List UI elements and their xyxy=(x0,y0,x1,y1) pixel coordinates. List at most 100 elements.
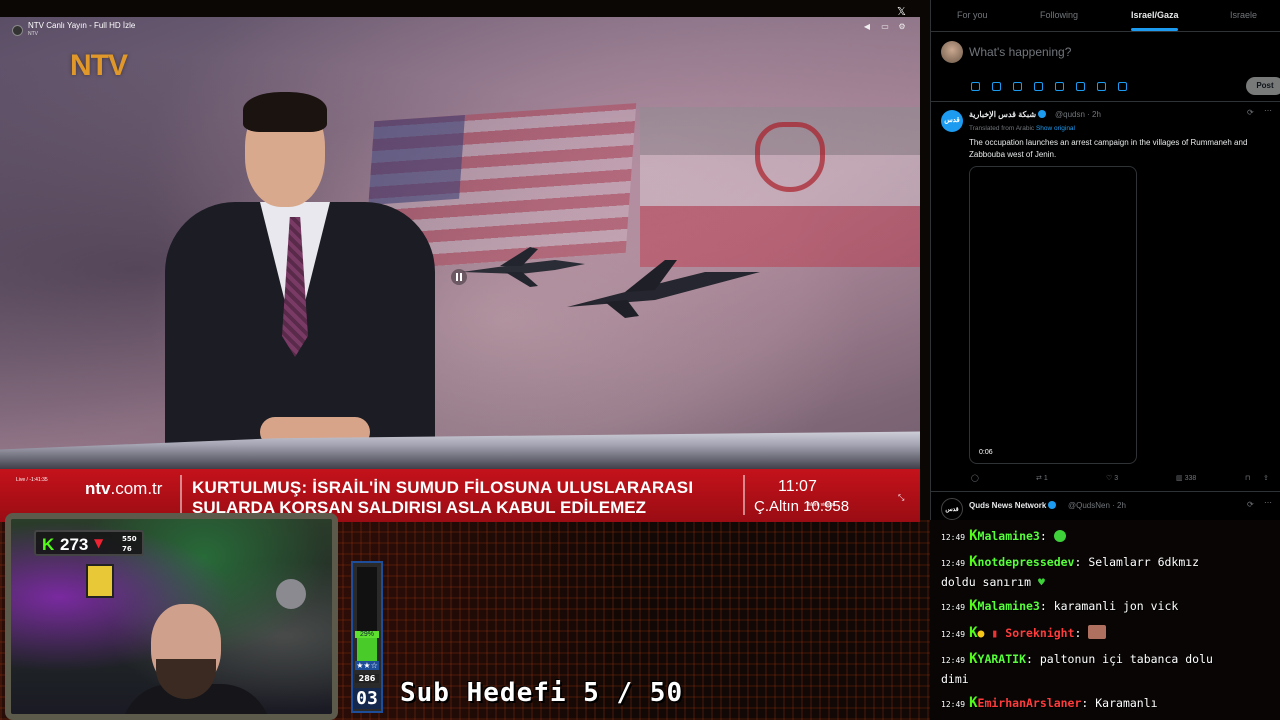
badge-icon: ● xyxy=(977,626,985,640)
kick-badge-icon: K xyxy=(969,554,978,570)
emoji-icon[interactable] xyxy=(1055,82,1064,91)
viewer-count: 273 xyxy=(60,535,89,554)
tab-for-you[interactable]: For you xyxy=(957,10,988,20)
star-icons: ★★☆ xyxy=(355,661,379,670)
ntv-logo: NTV xyxy=(70,49,128,82)
share-icon[interactable]: ⇪ xyxy=(1263,474,1269,482)
chat-message: 12:49 K● ▮ Soreknight: xyxy=(941,623,1271,645)
more-icon[interactable]: ⋯ xyxy=(1264,106,1272,115)
iran-emblem xyxy=(755,122,825,192)
tweet-author-handle[interactable]: @qudsn · 2h xyxy=(1055,110,1101,119)
more-videos-link[interactable]: More videos xyxy=(808,502,835,508)
live-badge[interactable]: Live / -1:41:35 xyxy=(16,477,48,483)
schedule-icon[interactable] xyxy=(1076,82,1085,91)
viewer-counter: K 273 ▼ 550 76 xyxy=(34,530,144,556)
tweet-author-name[interactable]: شبكة قدس الإخبارية xyxy=(969,110,1047,119)
grok-icon[interactable]: ⟳ xyxy=(1247,500,1254,509)
lamp xyxy=(276,579,306,609)
volume-icon[interactable]: ◀ xyxy=(862,22,872,32)
channel-name[interactable]: NTV xyxy=(28,31,38,37)
video-player[interactable]: NTV Canlı Yayın - Full HD İzle NTV ◀ ▭ ⚙… xyxy=(0,17,920,522)
settings-icon[interactable]: ⚙ xyxy=(897,22,907,32)
more-icon[interactable]: ⋯ xyxy=(1264,498,1272,507)
ticker-divider xyxy=(743,475,745,515)
sub-goal-level: 03 xyxy=(353,688,381,709)
flag-icon[interactable] xyxy=(1118,82,1127,91)
green-heart-icon: ♥ xyxy=(1037,575,1045,589)
tweet-avatar[interactable]: قدس xyxy=(941,110,963,132)
iran-flag-graphic xyxy=(640,107,920,267)
views-count[interactable]: ▥ 338 xyxy=(1176,474,1196,482)
ticker-headline-line1: KURTULMUŞ: İSRAİL'İN SUMUD FİLOSUNA ULUS… xyxy=(192,478,694,497)
sub-goal-text: Sub Hedefi 5 / 50 xyxy=(400,678,684,708)
counter-extra: 550 76 xyxy=(122,535,137,553)
kick-badge-icon: K xyxy=(969,625,978,641)
verified-icon xyxy=(1048,501,1057,509)
x-logo-icon[interactable]: 𝕏 xyxy=(897,5,906,18)
chat-message-continued: doldu sanırım ♥ xyxy=(941,575,1045,589)
sub-goal-percent: 29% xyxy=(355,631,379,638)
grok-icon[interactable] xyxy=(1013,82,1022,91)
badge-icon: ▮ xyxy=(991,626,999,640)
tab-israel-gaza[interactable]: Israel/Gaza xyxy=(1131,10,1179,20)
verified-icon xyxy=(1038,110,1047,118)
compose-input[interactable]: What's happening? xyxy=(969,45,1071,59)
reply-icon[interactable]: ◯ xyxy=(971,474,979,482)
compose-toolbar xyxy=(971,78,1139,92)
sub-goal-track xyxy=(357,567,377,661)
retweet-button[interactable]: ⇄ 1 xyxy=(1036,474,1048,482)
chat-message: 12:49 KMalamine3: karamanli jon vick xyxy=(941,598,1179,614)
stream-chat: 12:49 KMalamine3: 12:49 Knotdepressedev: S… xyxy=(930,520,1280,720)
video-title[interactable]: NTV Canlı Yayın - Full HD İzle xyxy=(28,21,135,30)
sub-goal-count: 286 xyxy=(355,674,379,683)
pause-icon[interactable] xyxy=(451,269,467,285)
active-tab-indicator xyxy=(1131,28,1178,31)
captions-icon[interactable]: ▭ xyxy=(880,22,890,32)
channel-avatar[interactable] xyxy=(12,25,23,36)
chat-message: 12:49 Knotdepressedev: Selamlarr 6dkmız xyxy=(941,554,1200,570)
divider xyxy=(931,101,1280,102)
show-original-link[interactable]: Show original xyxy=(1036,125,1075,132)
gif-icon[interactable] xyxy=(992,82,1001,91)
video-duration: 0:06 xyxy=(979,449,993,456)
tweet-video[interactable] xyxy=(969,166,1137,464)
bookmark-icon[interactable]: ⊓ xyxy=(1245,474,1250,482)
emote-icon xyxy=(1053,530,1066,542)
tweet-author-handle[interactable]: @QudsNen · 2h xyxy=(1068,501,1126,510)
post-button[interactable]: Post xyxy=(1246,77,1280,95)
location-icon[interactable] xyxy=(1097,82,1106,91)
sub-goal-bar: 29% ★★☆ 286 03 xyxy=(351,561,383,713)
ticker-time: 11:07 xyxy=(778,478,817,495)
timeline-tabs: For you Following Israel/Gaza Israele xyxy=(931,0,1280,32)
tweet-avatar[interactable]: قدس xyxy=(941,498,963,520)
chat-message: 12:49 KEmirhanArslaner: Karamanlı xyxy=(941,695,1158,711)
kick-badge-icon: K xyxy=(969,651,978,667)
down-arrow-icon: ▼ xyxy=(94,536,104,550)
user-avatar[interactable] xyxy=(941,41,963,63)
like-button[interactable]: ♡ 3 xyxy=(1106,474,1118,482)
translated-note: Translated from Arabic Show original xyxy=(969,125,1075,132)
fullscreen-icon[interactable]: ⤡ xyxy=(898,493,904,503)
poll-icon[interactable] xyxy=(1034,82,1043,91)
kick-badge-icon: K xyxy=(969,528,978,544)
grok-icon[interactable]: ⟳ xyxy=(1247,108,1254,117)
emote-icon xyxy=(1088,625,1107,639)
chat-message-continued: dimi xyxy=(941,672,969,686)
kick-badge-icon: K xyxy=(969,598,978,614)
tweet-author-name[interactable]: Quds News Network xyxy=(969,501,1057,510)
kick-badge-icon: K xyxy=(969,695,978,711)
tab-israele[interactable]: Israele xyxy=(1230,10,1257,20)
chat-message: 12:49 KYARATIK: paltonun içi tabanca dolu xyxy=(941,651,1213,667)
chat-message: 12:49 KMalamine3: xyxy=(941,526,1271,548)
radiation-sign xyxy=(86,564,114,598)
tweet-2: قدس Quds News Network @QudsNen · 2h ⟳ ⋯ xyxy=(930,492,1280,520)
tweet-text: The occupation launches an arrest campai… xyxy=(969,138,1248,159)
image-icon[interactable] xyxy=(971,82,980,91)
ticker-site: ntv.com.tr xyxy=(85,479,163,498)
tab-following[interactable]: Following xyxy=(1040,10,1078,20)
x-timeline-panel: For you Following Israel/Gaza Israele Wh… xyxy=(930,0,1280,492)
jet-2-graphic xyxy=(567,260,760,318)
ticker-divider xyxy=(180,475,182,515)
kick-icon: K xyxy=(42,535,55,554)
news-anchor xyxy=(165,87,435,467)
